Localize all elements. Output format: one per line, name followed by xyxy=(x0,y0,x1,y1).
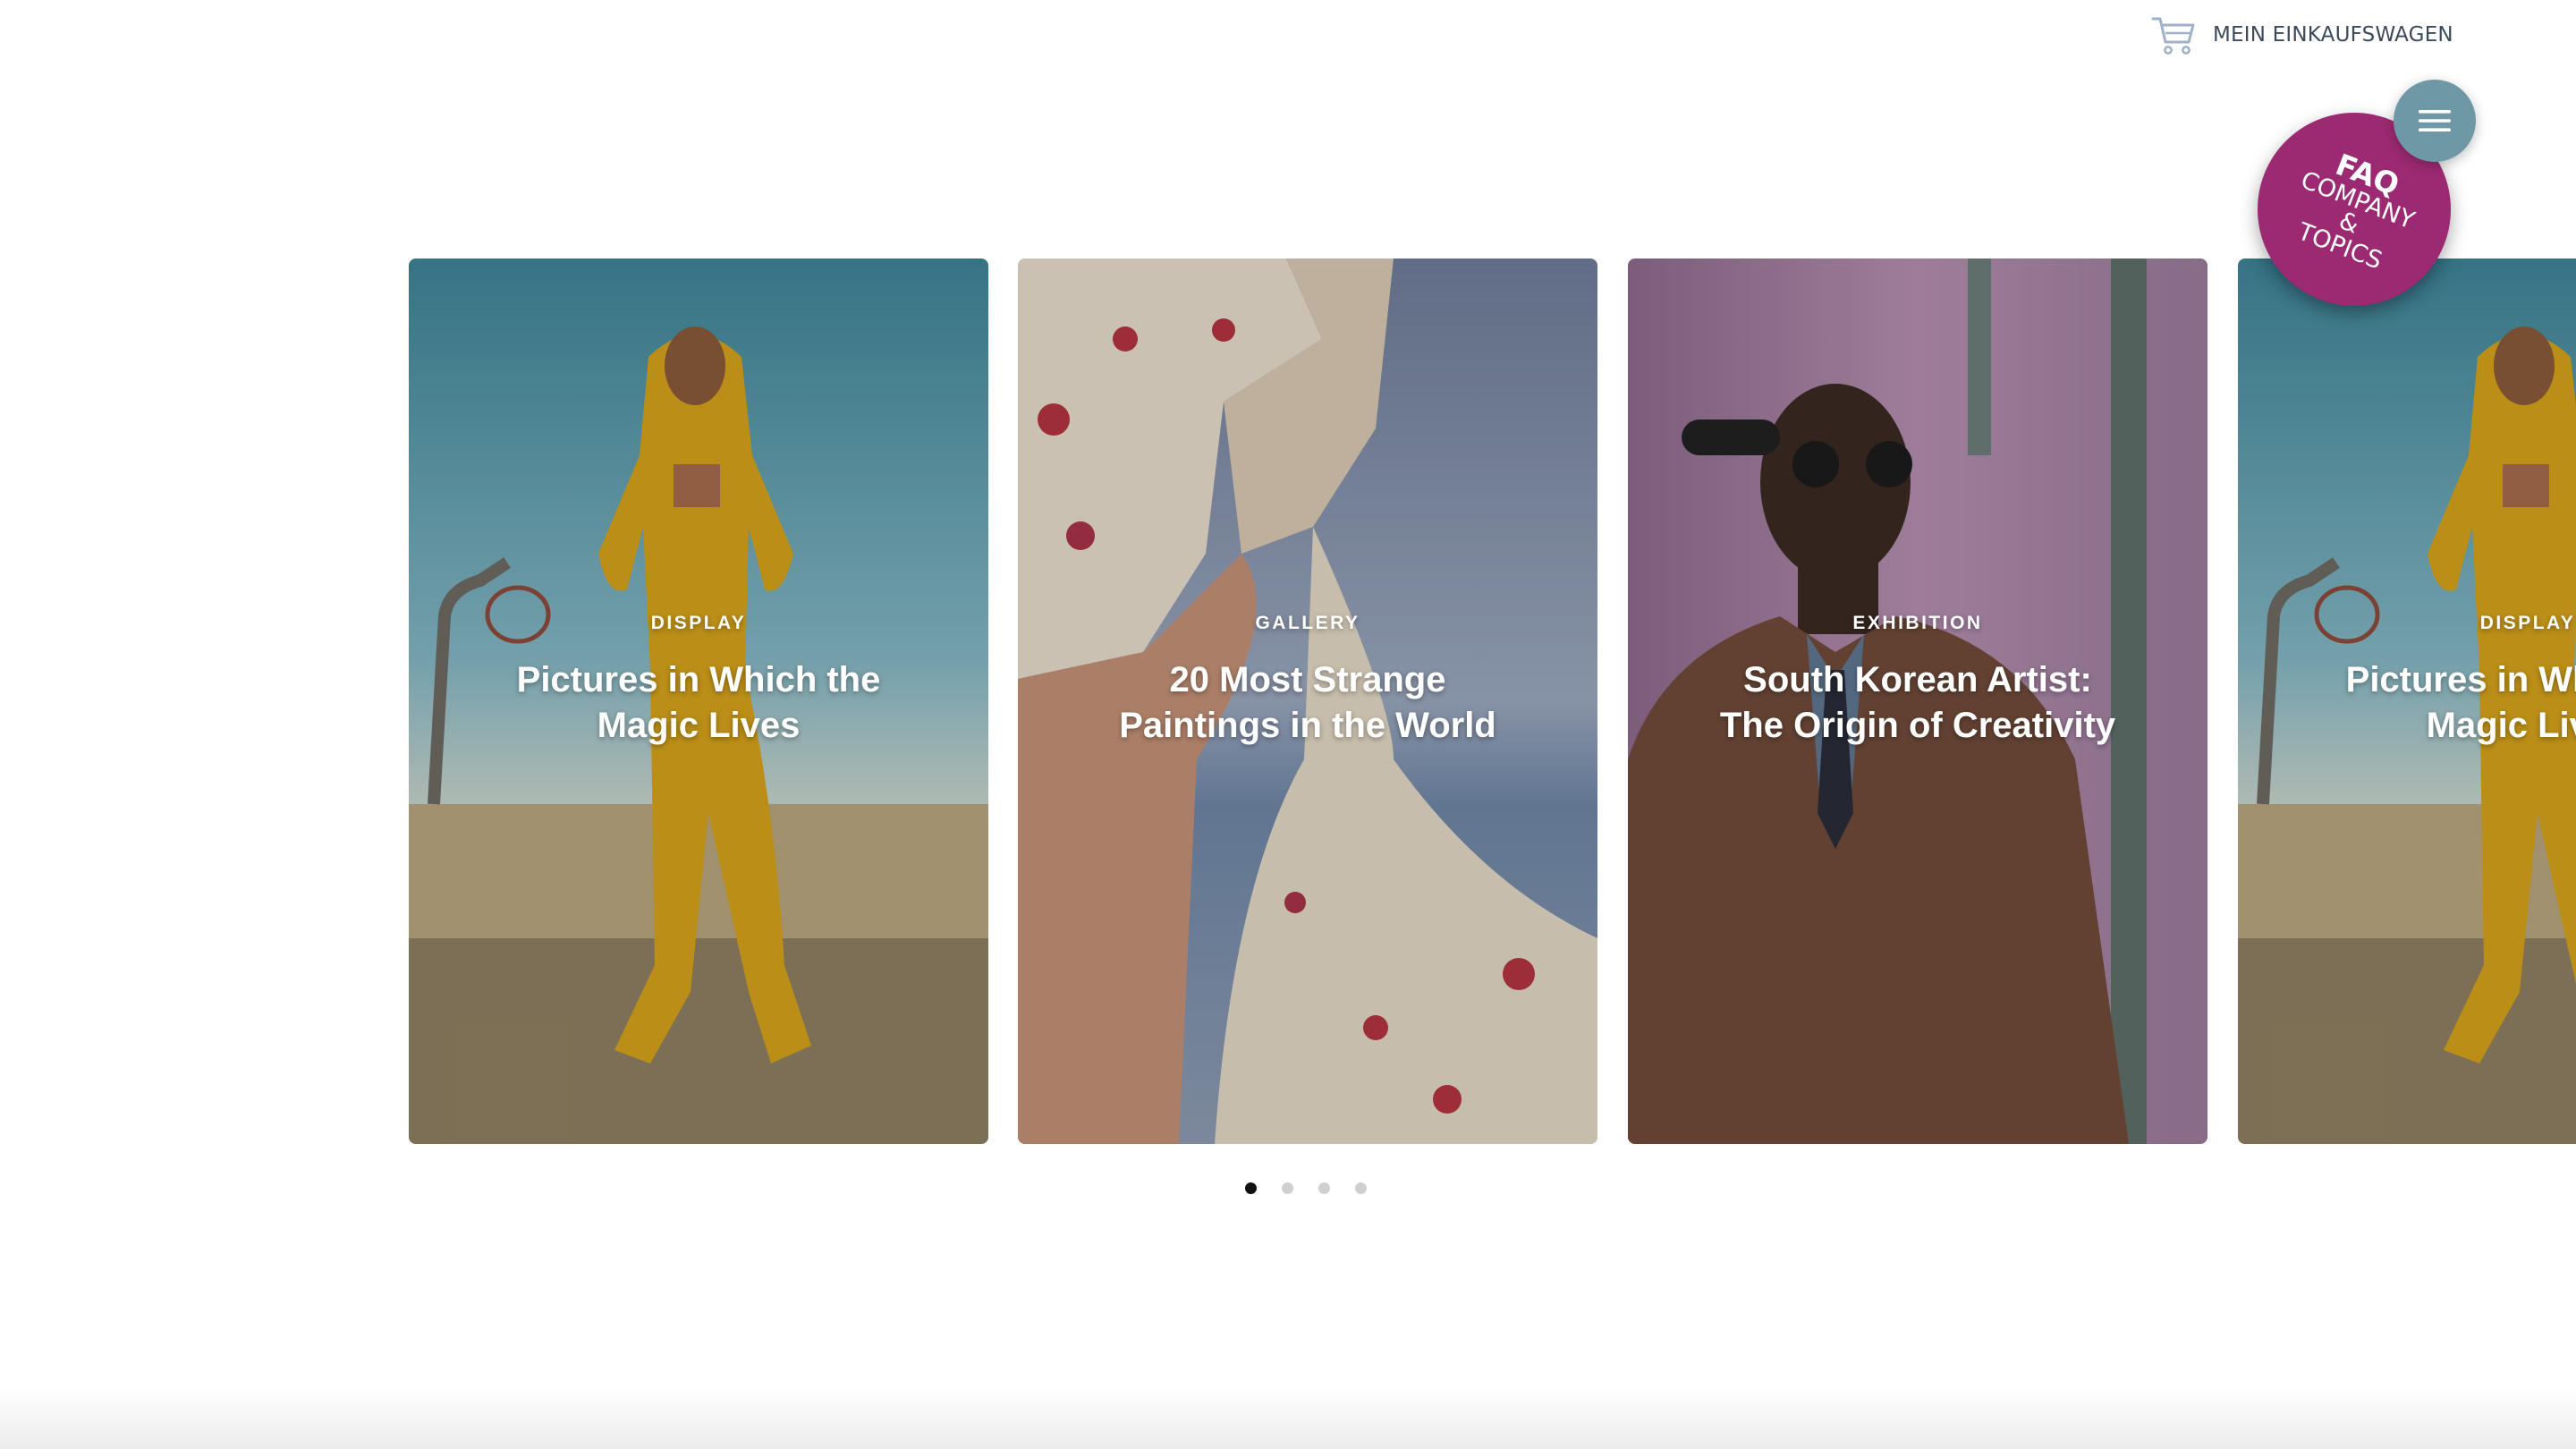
pagination-dot-4[interactable] xyxy=(1355,1182,1367,1194)
card-title: 20 Most Strange Paintings in the World xyxy=(1119,660,1496,745)
pagination-dot-2[interactable] xyxy=(1282,1182,1293,1194)
carousel-card-display-clone[interactable]: DISPLAY Pictures in Which the Magic Live… xyxy=(2238,258,2576,1144)
carousel-pagination xyxy=(1245,1182,1367,1194)
pagination-dot-1[interactable] xyxy=(1245,1182,1257,1194)
card-content: GALLERY 20 Most Strange Paintings in the… xyxy=(1018,613,1597,749)
carousel-card-gallery[interactable]: GALLERY 20 Most Strange Paintings in the… xyxy=(1018,258,1597,1144)
card-title: Pictures in Which the Magic Lives xyxy=(516,660,881,745)
hamburger-menu-icon xyxy=(2419,110,2451,131)
card-category: EXHIBITION xyxy=(1852,613,1983,633)
cart-label: MEIN EINKAUFSWAGEN xyxy=(2213,23,2453,47)
card-title: Pictures in Which the Magic Lives xyxy=(2345,660,2576,745)
article-carousel: DISPLAY Pictures in Which the Magic Live… xyxy=(0,258,2576,1144)
carousel-card-display[interactable]: DISPLAY Pictures in Which the Magic Live… xyxy=(409,258,988,1144)
carousel-card-exhibition[interactable]: EXHIBITION South Korean Artist: The Orig… xyxy=(1628,258,2207,1144)
menu-button[interactable] xyxy=(2394,80,2476,162)
footer-shade xyxy=(0,1386,2576,1449)
card-category: DISPLAY xyxy=(650,613,747,633)
cart-link[interactable]: MEIN EINKAUFSWAGEN xyxy=(2150,13,2453,57)
card-content: DISPLAY Pictures in Which the Magic Live… xyxy=(409,613,988,749)
card-content: EXHIBITION South Korean Artist: The Orig… xyxy=(1628,613,2207,749)
shopping-cart-icon xyxy=(2151,17,2195,55)
pagination-dot-3[interactable] xyxy=(1318,1182,1330,1194)
card-category: DISPLAY xyxy=(2479,613,2576,633)
card-category: GALLERY xyxy=(1255,613,1360,633)
card-content: DISPLAY Pictures in Which the Magic Live… xyxy=(2238,613,2576,749)
card-title: South Korean Artist: The Origin of Creat… xyxy=(1719,660,2116,745)
